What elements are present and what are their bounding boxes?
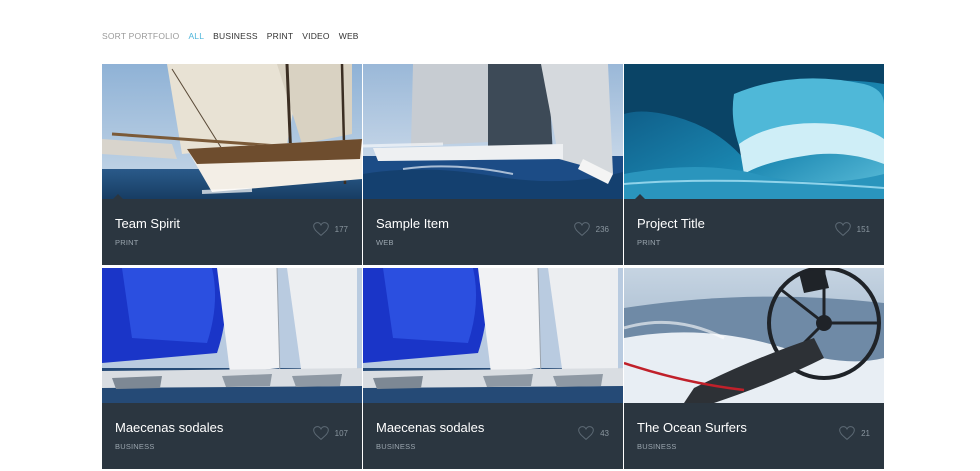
heart-icon[interactable] — [573, 222, 590, 236]
likes-count: 177 — [334, 224, 348, 234]
likes-count: 236 — [595, 224, 609, 234]
card-caption: The Ocean Surfers BUSINESS — [637, 420, 747, 451]
filter-all[interactable]: ALL — [188, 31, 204, 41]
likes-count: 151 — [856, 224, 870, 234]
card-title[interactable]: Team Spirit — [115, 216, 180, 231]
card-category: PRINT — [115, 238, 139, 247]
filter-print[interactable]: PRINT — [267, 31, 294, 41]
portfolio-card[interactable]: Team Spirit PRINT 177 — [102, 64, 362, 265]
card-caption: Maecenas sodales BUSINESS — [115, 420, 223, 451]
portfolio-card[interactable]: Sample Item WEB 236 — [363, 64, 623, 265]
filter-label: SORT PORTFOLIO — [102, 31, 180, 41]
card-caption: Sample Item WEB — [376, 216, 449, 247]
portfolio-card[interactable]: Maecenas sodales BUSINESS 43 — [363, 268, 623, 469]
caption-pointer — [634, 194, 646, 200]
filter-business[interactable]: BUSINESS — [213, 31, 258, 41]
filter-video[interactable]: VIDEO — [302, 31, 329, 41]
portfolio-card[interactable]: The Ocean Surfers BUSINESS 21 — [624, 268, 884, 469]
likes[interactable]: 107 — [312, 426, 348, 440]
likes[interactable]: 151 — [834, 222, 870, 236]
card-title[interactable]: Sample Item — [376, 216, 449, 231]
heart-icon[interactable] — [834, 222, 851, 236]
likes[interactable]: 177 — [312, 222, 348, 236]
likes[interactable]: 43 — [578, 426, 609, 440]
card-category: BUSINESS — [376, 442, 416, 451]
likes[interactable]: 21 — [839, 426, 870, 440]
card-title[interactable]: Project Title — [637, 216, 705, 231]
card-title[interactable]: Maecenas sodales — [115, 420, 223, 435]
likes-count: 43 — [600, 428, 609, 438]
portfolio-grid: Team Spirit PRINT 177 Sample Item WEB 23… — [102, 64, 884, 469]
card-caption: Maecenas sodales BUSINESS — [376, 420, 484, 451]
card-title[interactable]: Maecenas sodales — [376, 420, 484, 435]
heart-icon[interactable] — [578, 426, 594, 440]
racing-yacht-image[interactable] — [363, 64, 623, 199]
card-category: BUSINESS — [637, 442, 677, 451]
helm-wheel-image[interactable] — [624, 268, 884, 403]
card-title[interactable]: The Ocean Surfers — [637, 420, 747, 435]
portfolio-card[interactable]: Maecenas sodales BUSINESS 107 — [102, 268, 362, 469]
card-category: BUSINESS — [115, 442, 155, 451]
ocean-wave-image[interactable] — [624, 64, 884, 199]
card-category: WEB — [376, 238, 394, 247]
filter-web[interactable]: WEB — [339, 31, 359, 41]
portfolio-filter: SORT PORTFOLIO ALL BUSINESS PRINT VIDEO … — [102, 31, 368, 41]
portfolio-card[interactable]: Project Title PRINT 151 — [624, 64, 884, 265]
likes-count: 21 — [861, 428, 870, 438]
caption-pointer — [112, 194, 124, 200]
classic-sailboat-image[interactable] — [102, 64, 362, 199]
card-caption: Project Title PRINT — [637, 216, 705, 247]
card-caption: Team Spirit PRINT — [115, 216, 180, 247]
heart-icon[interactable] — [839, 426, 855, 440]
blue-spinnaker-image[interactable] — [363, 268, 623, 403]
likes-count: 107 — [334, 428, 348, 438]
heart-icon[interactable] — [312, 222, 329, 236]
blue-spinnaker-image[interactable] — [102, 268, 362, 403]
likes[interactable]: 236 — [573, 222, 609, 236]
heart-icon[interactable] — [312, 426, 329, 440]
card-category: PRINT — [637, 238, 661, 247]
